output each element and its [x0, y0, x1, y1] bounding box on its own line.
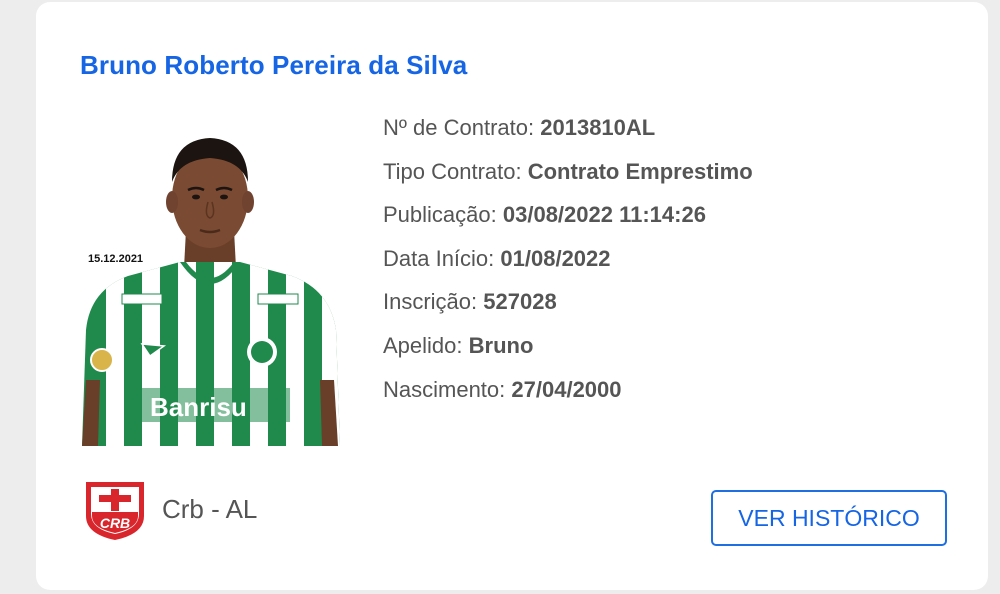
detail-value: 527028: [483, 289, 557, 315]
player-photo: 15.12.2021 Banrisu: [80, 130, 340, 446]
club-name: Crb - AL: [162, 493, 258, 524]
photo-date-text: 15.12.2021: [88, 253, 143, 265]
detail-start-date: Data Início: 01/08/2022: [383, 243, 753, 287]
player-card: Bruno Roberto Pereira da Silva 15.12.202…: [36, 2, 988, 590]
detail-value: 03/08/2022 11:14:26: [502, 202, 706, 228]
detail-label: Nº de Contrato:: [383, 115, 535, 140]
player-name: Bruno Roberto Pereira da Silva: [80, 50, 468, 80]
detail-value: 2013810AL: [540, 115, 656, 140]
detail-value: Contrato Emprestimo: [527, 158, 753, 184]
detail-label: Apelido:: [383, 332, 463, 358]
club-logo-icon: CRB: [86, 482, 144, 540]
club-logo-text: CRB: [100, 515, 130, 531]
detail-label: Publicação:: [383, 202, 497, 228]
sponsor-text: Banrisu: [150, 392, 247, 422]
detail-contract-type: Tipo Contrato: Contrato Emprestimo: [383, 156, 753, 200]
detail-value: 01/08/2022: [500, 245, 611, 271]
detail-label: Data Início:: [383, 245, 495, 271]
contract-details: Nº de Contrato: 2013810AL Tipo Contrato:…: [383, 112, 753, 417]
detail-label: Nascimento:: [383, 376, 506, 402]
detail-value: Bruno: [468, 332, 534, 358]
detail-label: Inscrição:: [383, 289, 478, 315]
detail-publication: Publicação: 03/08/2022 11:14:26: [383, 199, 753, 243]
club-info: CRB Crb - AL: [82, 476, 257, 542]
detail-value: 27/04/2000: [511, 376, 622, 402]
detail-registration: Inscrição: 527028: [383, 286, 753, 330]
detail-contract-number: Nº de Contrato: 2013810AL: [383, 112, 753, 156]
detail-nickname: Apelido: Bruno: [383, 330, 753, 374]
detail-label: Tipo Contrato:: [383, 158, 522, 184]
detail-birth-date: Nascimento: 27/04/2000: [383, 374, 753, 418]
view-history-button[interactable]: VER HISTÓRICO: [711, 490, 947, 546]
